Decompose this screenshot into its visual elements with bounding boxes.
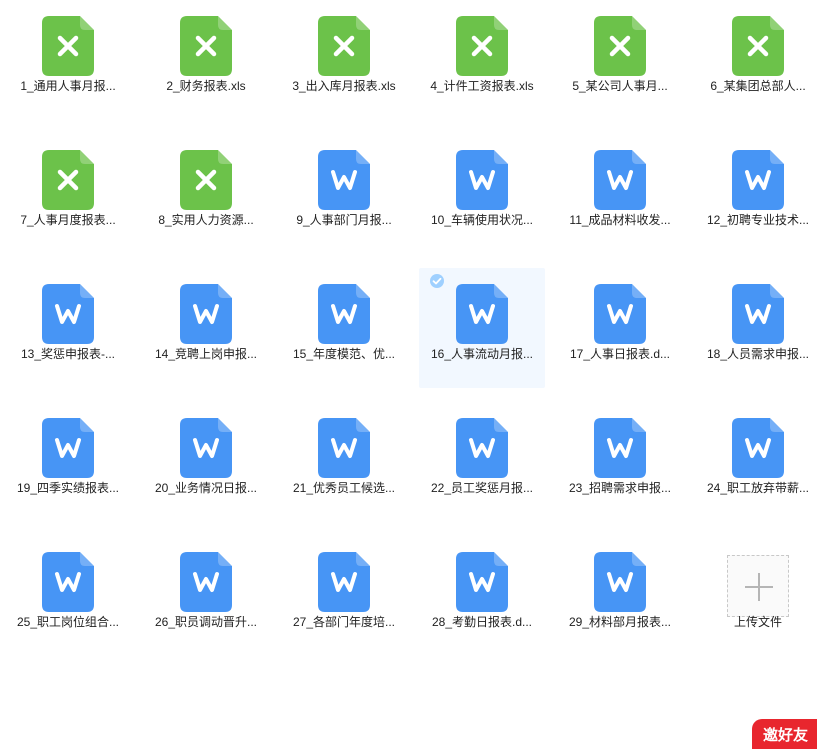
file-name: 19_四季实绩报表... xyxy=(16,481,120,495)
file-item[interactable]: 1_通用人事月报... xyxy=(5,0,131,120)
word-file-icon xyxy=(456,150,508,210)
file-grid: 1_通用人事月报... 2_财务报表.xls 3_出入库月报表.xls 4_计件工资报… xyxy=(0,0,817,740)
file-name: 29_材料部月报表... xyxy=(568,615,672,629)
file-name: 3_出入库月报表.xls xyxy=(292,79,396,93)
file-item[interactable]: 18_人员需求申报... xyxy=(695,268,817,388)
word-file-icon xyxy=(318,150,370,210)
word-file-icon xyxy=(594,150,646,210)
file-item[interactable]: 29_材料部月报表... xyxy=(557,536,683,656)
excel-file-icon xyxy=(456,16,508,76)
file-item[interactable]: 24_职工放弃带薪... xyxy=(695,402,817,522)
invite-friends-banner[interactable]: 邀好友 xyxy=(752,719,817,749)
file-item[interactable]: 13_奖惩申报表-... xyxy=(5,268,131,388)
word-file-icon xyxy=(732,150,784,210)
file-item[interactable]: 5_某公司人事月... xyxy=(557,0,683,120)
upload-button[interactable] xyxy=(727,555,789,617)
file-name: 18_人员需求申报... xyxy=(706,347,810,361)
file-name: 20_业务情况日报... xyxy=(154,481,258,495)
file-item[interactable]: 14_竞聘上岗申报... xyxy=(143,268,269,388)
file-item[interactable]: 9_人事部门月报... xyxy=(281,134,407,254)
file-name: 25_职工岗位组合... xyxy=(16,615,120,629)
file-item[interactable]: 28_考勤日报表.d... xyxy=(419,536,545,656)
excel-file-icon xyxy=(180,150,232,210)
file-item[interactable]: 6_某集团总部人... xyxy=(695,0,817,120)
file-item[interactable]: 26_职员调动晋升... xyxy=(143,536,269,656)
check-icon[interactable] xyxy=(430,274,444,288)
word-file-icon xyxy=(180,418,232,478)
word-file-icon xyxy=(594,418,646,478)
excel-file-icon xyxy=(42,16,94,76)
word-file-icon xyxy=(180,552,232,612)
word-file-icon xyxy=(456,552,508,612)
word-file-icon xyxy=(732,284,784,344)
word-file-icon xyxy=(594,284,646,344)
file-item[interactable]: 10_车辆使用状况... xyxy=(419,134,545,254)
word-file-icon xyxy=(42,284,94,344)
file-name: 11_成品材料收发... xyxy=(569,213,671,227)
excel-file-icon xyxy=(594,16,646,76)
upload-file-item[interactable]: 上传文件 xyxy=(695,536,817,656)
file-name: 9_人事部门月报... xyxy=(296,213,392,227)
file-name: 16_人事流动月报... xyxy=(430,347,534,361)
file-item[interactable]: 4_计件工资报表.xls xyxy=(419,0,545,120)
file-name: 17_人事日报表.d... xyxy=(569,347,671,361)
excel-file-icon xyxy=(732,16,784,76)
excel-file-icon xyxy=(42,150,94,210)
file-item[interactable]: 23_招聘需求申报... xyxy=(557,402,683,522)
file-name: 4_计件工资报表.xls xyxy=(430,79,534,93)
file-name: 2_财务报表.xls xyxy=(166,79,246,93)
file-item[interactable]: 11_成品材料收发... xyxy=(557,134,683,254)
file-name: 22_员工奖惩月报... xyxy=(430,481,534,495)
file-item[interactable]: 19_四季实绩报表... xyxy=(5,402,131,522)
file-name: 8_实用人力资源... xyxy=(158,213,254,227)
file-name: 27_各部门年度培... xyxy=(292,615,396,629)
file-name: 7_人事月度报表... xyxy=(20,213,116,227)
word-file-icon xyxy=(42,552,94,612)
file-item[interactable]: 12_初聘专业技术... xyxy=(695,134,817,254)
word-file-icon xyxy=(456,418,508,478)
file-item[interactable]: 25_职工岗位组合... xyxy=(5,536,131,656)
word-file-icon xyxy=(180,284,232,344)
file-name: 15_年度模范、优... xyxy=(292,347,396,361)
file-item[interactable]: 27_各部门年度培... xyxy=(281,536,407,656)
word-file-icon xyxy=(318,284,370,344)
file-name: 10_车辆使用状况... xyxy=(430,213,534,227)
file-name: 5_某公司人事月... xyxy=(572,79,668,93)
file-item[interactable]: 20_业务情况日报... xyxy=(143,402,269,522)
file-item[interactable]: 2_财务报表.xls xyxy=(143,0,269,120)
file-item[interactable]: 15_年度模范、优... xyxy=(281,268,407,388)
file-item[interactable]: 16_人事流动月报... xyxy=(419,268,545,388)
word-file-icon xyxy=(732,418,784,478)
file-name: 6_某集团总部人... xyxy=(710,79,806,93)
file-name: 1_通用人事月报... xyxy=(20,79,116,93)
upload-label: 上传文件 xyxy=(733,615,782,629)
file-item[interactable]: 3_出入库月报表.xls xyxy=(281,0,407,120)
file-item[interactable]: 21_优秀员工候选... xyxy=(281,402,407,522)
file-name: 13_奖惩申报表-... xyxy=(20,347,116,361)
file-name: 24_职工放弃带薪... xyxy=(706,481,810,495)
file-name: 12_初聘专业技术... xyxy=(706,213,810,227)
word-file-icon xyxy=(594,552,646,612)
excel-file-icon xyxy=(180,16,232,76)
file-name: 14_竞聘上岗申报... xyxy=(154,347,258,361)
file-item[interactable]: 7_人事月度报表... xyxy=(5,134,131,254)
word-file-icon xyxy=(42,418,94,478)
excel-file-icon xyxy=(318,16,370,76)
word-file-icon xyxy=(318,418,370,478)
file-item[interactable]: 17_人事日报表.d... xyxy=(557,268,683,388)
file-name: 23_招聘需求申报... xyxy=(568,481,672,495)
file-name: 26_职员调动晋升... xyxy=(154,615,258,629)
file-item[interactable]: 8_实用人力资源... xyxy=(143,134,269,254)
file-name: 21_优秀员工候选... xyxy=(292,481,396,495)
word-file-icon xyxy=(456,284,508,344)
file-item[interactable]: 22_员工奖惩月报... xyxy=(419,402,545,522)
file-name: 28_考勤日报表.d... xyxy=(431,615,533,629)
word-file-icon xyxy=(318,552,370,612)
